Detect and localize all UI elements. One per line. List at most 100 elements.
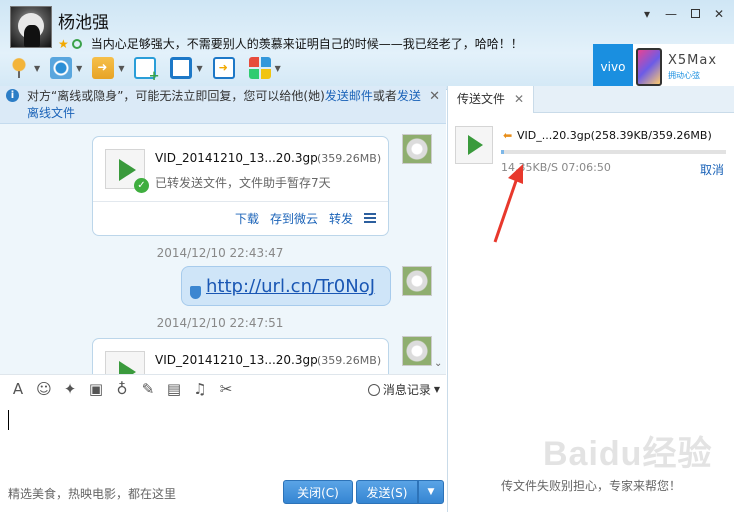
folder-send-icon bbox=[92, 57, 115, 79]
minimize-button[interactable]: — bbox=[662, 6, 680, 22]
watermark: Baidu经验 bbox=[543, 435, 713, 473]
music-icon[interactable]: ♫ bbox=[192, 380, 208, 398]
menu-icon[interactable] bbox=[364, 213, 376, 223]
ad-model: X5Max bbox=[668, 53, 718, 68]
file-size: (359.26MB) bbox=[317, 152, 382, 165]
phone-image bbox=[636, 48, 662, 86]
send-options-button[interactable]: ▼ bbox=[418, 480, 444, 504]
message-timestamp: 2014/12/10 22:47:51 bbox=[156, 316, 284, 330]
chevron-down-icon[interactable]: ▼ bbox=[275, 64, 281, 73]
close-button[interactable]: 关闭(C) bbox=[283, 480, 353, 504]
file-message-card[interactable]: VID_20141210_13...20.3gp (359.26MB) bbox=[92, 338, 389, 374]
apps-button[interactable]: ▼ bbox=[248, 56, 287, 80]
file-status: 已转发送文件，文件助手暂存7天 bbox=[155, 176, 331, 190]
chat-header: 杨池强 ★ 当内心足够强大，不需要别人的羡慕来证明自己的时候——我已经老了，哈哈… bbox=[0, 0, 734, 90]
chevron-down-icon[interactable]: ▼ bbox=[76, 64, 82, 73]
wolf-silhouette bbox=[24, 25, 40, 47]
camera-icon bbox=[50, 57, 73, 79]
chevron-down-icon[interactable]: ▼ bbox=[196, 64, 202, 73]
ad-brand: vivo bbox=[593, 44, 633, 90]
video-thumbnail[interactable]: ✓ bbox=[105, 149, 149, 193]
file-name: VID_20141210_13...20.3gp bbox=[155, 151, 318, 165]
help-link[interactable]: 传文件失败别担心，专家来帮您！ bbox=[501, 477, 681, 494]
send-email-link[interactable]: 发送邮件 bbox=[325, 89, 373, 103]
chevron-down-icon: ▼ bbox=[433, 385, 440, 394]
bottom-bar: 精选美食，热映电影，都在这里 关闭(C) 发送(S) ▼ bbox=[0, 476, 446, 512]
info-icon: i bbox=[6, 89, 19, 102]
ad-text: X5Max 拥动心弦 bbox=[668, 44, 717, 90]
clock-icon bbox=[367, 383, 380, 396]
chevron-down-icon[interactable]: ▼ bbox=[118, 64, 124, 73]
star-icon: ★ bbox=[58, 36, 69, 51]
message-list[interactable]: ✓ VID_20141210_13...20.3gp (359.26MB) 已转… bbox=[0, 124, 446, 374]
forward-link[interactable]: 转发 bbox=[329, 210, 353, 227]
shake-icon[interactable]: ▣ bbox=[88, 380, 104, 398]
download-link[interactable]: 下载 bbox=[235, 210, 259, 227]
send-file-button[interactable]: ▼ bbox=[92, 56, 130, 80]
file-name: VID_20141210_13...20.3gp bbox=[155, 353, 318, 367]
red-arrow-annotation bbox=[493, 164, 523, 243]
tab-file-transfer[interactable]: 传送文件 ✕ bbox=[448, 86, 534, 113]
play-icon bbox=[119, 159, 136, 181]
font-icon[interactable]: A bbox=[10, 380, 26, 398]
screen-share-icon bbox=[212, 57, 235, 79]
scroll-down-icon[interactable]: ⌄ bbox=[434, 358, 442, 369]
contact-name[interactable]: 杨池强 bbox=[58, 8, 109, 33]
transfer-progress bbox=[501, 150, 726, 154]
file-message-card[interactable]: ✓ VID_20141210_13...20.3gp (359.26MB) 已转… bbox=[92, 136, 389, 236]
close-window-button[interactable]: ✕ bbox=[710, 6, 728, 22]
apps-grid-icon bbox=[248, 57, 271, 79]
cancel-transfer-link[interactable]: 取消 bbox=[700, 161, 724, 178]
chevron-down-icon[interactable]: ▼ bbox=[34, 64, 40, 73]
divider bbox=[93, 201, 388, 202]
message-timestamp: 2014/12/10 22:43:47 bbox=[156, 246, 284, 260]
status-row: ★ 当内心足够强大，不需要别人的羡慕来证明自己的时候——我已经老了，哈哈！！ bbox=[58, 35, 523, 52]
edit-icon[interactable]: ✎ bbox=[140, 380, 156, 398]
status-text: 当内心足够强大，不需要别人的羡慕来证明自己的时候——我已经老了，哈哈！！ bbox=[90, 37, 523, 51]
self-avatar[interactable] bbox=[402, 336, 432, 366]
chat-toolbar: ▼ ▼ ▼ ▼ ▼ bbox=[8, 56, 287, 84]
promo-hint[interactable]: 精选美食，热映电影，都在这里 bbox=[8, 485, 176, 502]
progress-fill bbox=[501, 150, 505, 154]
image-icon[interactable]: ▤ bbox=[166, 380, 182, 398]
transfer-file-name: VID_...20.3gp(258.39KB/359.26MB) bbox=[517, 129, 712, 142]
play-icon bbox=[468, 135, 483, 155]
magic-icon[interactable]: ✦ bbox=[62, 380, 78, 398]
emoji-icon[interactable]: ☺ bbox=[36, 380, 52, 398]
ad-banner[interactable]: vivo X5Max 拥动心弦 bbox=[593, 44, 734, 90]
voice-call-button[interactable]: ▼ bbox=[8, 56, 46, 80]
voice-message-icon[interactable]: ♁ bbox=[114, 380, 130, 398]
remote-desktop-button[interactable]: ▼ bbox=[170, 56, 208, 80]
notice-text-2: 或者 bbox=[372, 89, 397, 103]
text-caret bbox=[8, 410, 9, 430]
mobile-online-icon bbox=[71, 38, 82, 49]
close-notice-icon[interactable]: ✕ bbox=[429, 88, 440, 105]
self-avatar[interactable] bbox=[402, 266, 432, 296]
url-link[interactable]: http://url.cn/Tr0NoJ bbox=[206, 276, 375, 297]
file-size: (359.26MB) bbox=[317, 354, 382, 367]
send-button[interactable]: 发送(S) bbox=[356, 480, 418, 504]
settings-dropdown-icon[interactable]: ▾ bbox=[638, 6, 656, 22]
video-call-button[interactable]: ▼ bbox=[50, 56, 88, 80]
share-screen-button[interactable] bbox=[212, 56, 245, 80]
window-controls: ▾ — ✕ bbox=[638, 6, 728, 22]
notice-text-1: 对方“离线或隐身”，可能无法立即回复，您可以给他(她) bbox=[27, 89, 325, 103]
offline-notice: i 对方“离线或隐身”，可能无法立即回复，您可以给他(她)发送邮件或者发送离线文… bbox=[0, 86, 446, 124]
upload-arrow-icon: ⬅ bbox=[503, 129, 513, 142]
close-tab-icon[interactable]: ✕ bbox=[514, 86, 524, 113]
shield-icon bbox=[190, 286, 201, 299]
file-actions: 下载 存到微云 转发 bbox=[235, 210, 376, 227]
message-history-button[interactable]: 消息记录 ▼ bbox=[367, 381, 440, 398]
maximize-button[interactable] bbox=[686, 6, 704, 22]
monitor-icon bbox=[170, 57, 193, 79]
create-group-button[interactable] bbox=[134, 56, 166, 84]
transfer-thumbnail[interactable] bbox=[455, 126, 493, 164]
video-thumbnail[interactable] bbox=[105, 351, 145, 374]
play-icon bbox=[119, 361, 136, 374]
history-label: 消息记录 bbox=[382, 383, 431, 397]
contact-avatar[interactable] bbox=[10, 6, 52, 48]
message-input[interactable] bbox=[0, 402, 446, 476]
scissors-icon[interactable]: ✂ bbox=[218, 380, 234, 398]
save-to-cloud-link[interactable]: 存到微云 bbox=[270, 210, 318, 227]
self-avatar[interactable] bbox=[402, 134, 432, 164]
